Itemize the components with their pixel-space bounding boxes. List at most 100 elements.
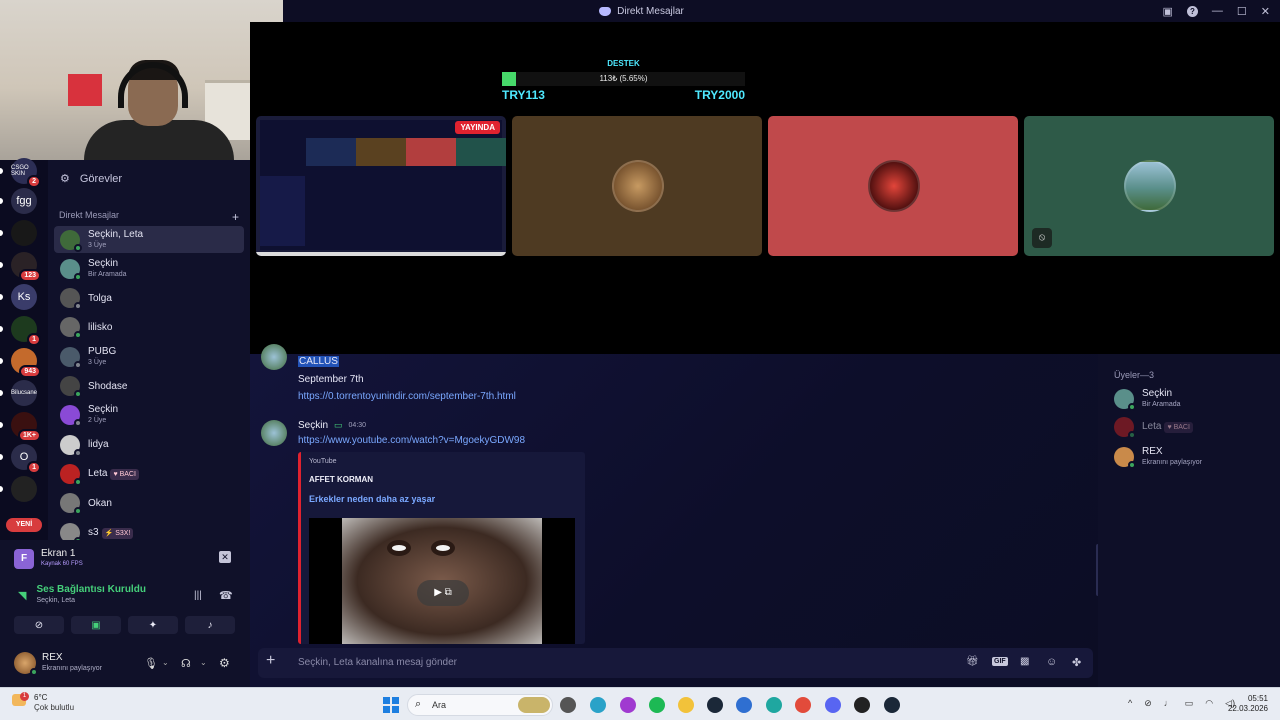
member-item[interactable]: REX Ekranını paylaşıyor [1114, 446, 1202, 469]
connection-title: Ses Bağlantısı Kuruldu [36, 584, 146, 595]
dm-item[interactable]: Okan [54, 490, 244, 517]
disconnect-icon[interactable]: ☎ [219, 589, 233, 602]
server-icon[interactable]: Bilucsane [11, 380, 37, 406]
soundboard-button[interactable]: ♪ [185, 616, 235, 634]
dm-item[interactable]: lidya [54, 431, 244, 458]
member-tag: ♥ BACI [1164, 422, 1193, 433]
dm-item[interactable]: Seçkin Bir Aramada [54, 255, 244, 282]
unread-indicator [0, 198, 3, 204]
add-attachment-button[interactable]: + [266, 652, 275, 670]
emoji-icon[interactable]: ☺ [1046, 656, 1057, 668]
message-link[interactable]: https://www.youtube.com/watch?v=MgoekyGD… [298, 435, 525, 446]
participant-tile-1[interactable] [512, 116, 762, 256]
sticker-icon[interactable]: ▩ [1020, 656, 1029, 667]
steam-icon[interactable] [884, 697, 900, 713]
server-icon[interactable] [11, 476, 37, 502]
maximize-button[interactable]: ☐ [1237, 5, 1247, 18]
dm-item[interactable]: Seçkin, Leta 3 Üye [54, 226, 244, 253]
dm-avatar [60, 346, 82, 369]
discord-icon[interactable] [825, 697, 841, 713]
store-icon[interactable] [736, 697, 752, 713]
dm-header-label: Direkt Mesajlar [59, 210, 120, 220]
embed-author[interactable]: AFFET KORMAN [309, 475, 373, 484]
ms-store-icon[interactable] [620, 697, 636, 713]
screen-share-tile[interactable]: YAYINDA [256, 116, 506, 256]
message-author[interactable]: Seçkin [298, 420, 328, 431]
call-stage: DESTEK 113₺ (5.65%) TRY113 TRY2000 YAYIN… [250, 22, 1280, 354]
copilot-icon[interactable] [590, 697, 606, 713]
server-icon[interactable]: 1K+ [11, 412, 41, 442]
participant-tile-3[interactable]: ⦸ [1024, 116, 1274, 256]
spotify-icon[interactable] [649, 697, 665, 713]
edge-icon[interactable] [766, 697, 782, 713]
message-text: September 7th [298, 374, 364, 385]
folder-icon[interactable] [678, 697, 694, 713]
server-icon[interactable]: Ks [11, 284, 37, 310]
wifi-icon[interactable]: ◠ [1205, 698, 1213, 709]
dm-avatar [60, 376, 82, 398]
dm-item[interactable]: Tolga [54, 285, 244, 312]
participant-avatar [868, 160, 920, 212]
embed-provider: YouTube [309, 458, 337, 465]
server-icon[interactable]: 943 [11, 348, 41, 378]
steam-icon[interactable] [707, 697, 723, 713]
display-icon[interactable]: ▭ [1185, 698, 1194, 709]
dm-item[interactable]: lilisko [54, 314, 244, 341]
dm-item[interactable]: Seçkin 2 Üye [54, 402, 244, 429]
clock[interactable]: 05:51 22.03.2026 [1224, 694, 1268, 714]
system-tray[interactable]: ^ ⊘ ♩ ▭ ◠ ◁) [1128, 698, 1235, 709]
new-badge[interactable]: YENİ [6, 518, 42, 532]
minimize-button[interactable]: — [1212, 5, 1223, 17]
dm-item[interactable]: Leta ♥ BACI [54, 460, 244, 487]
apps-icon[interactable]: ✤ [1072, 656, 1081, 669]
screen-share-button[interactable]: ▣ [71, 616, 121, 634]
server-icon[interactable] [11, 220, 37, 246]
mic-tray-icon[interactable]: ♩ [1164, 698, 1173, 709]
add-dm-button[interactable]: + [232, 210, 239, 224]
tasks-link[interactable]: ⚙ Görevler [60, 172, 122, 186]
participant-avatar [612, 160, 664, 212]
server-icon[interactable]: 1 [11, 316, 41, 346]
obs-icon[interactable] [854, 697, 870, 713]
settings-icon[interactable]: ⚙ [219, 656, 230, 670]
stop-stream-button[interactable]: ✕ [219, 551, 231, 563]
gift-icon[interactable]: 🎁︎ [966, 656, 979, 667]
participant-tile-2[interactable] [768, 116, 1018, 256]
server-icon[interactable]: CSGO SKIN 2 [11, 158, 41, 188]
message-avatar[interactable] [261, 420, 287, 446]
server-icon[interactable]: O1 [11, 444, 41, 474]
window-title: Direkt Mesajlar [617, 5, 684, 17]
chevron-up-icon[interactable]: ^ [1128, 698, 1132, 709]
dm-name: Seçkin [88, 404, 119, 416]
chrome-icon[interactable] [795, 697, 811, 713]
gif-icon[interactable]: GIF [992, 657, 1008, 666]
server-icon[interactable]: fgg [11, 188, 37, 214]
activities-button[interactable]: ✦ [128, 616, 178, 634]
windows-start-icon[interactable] [383, 697, 399, 713]
video-thumbnail[interactable]: ▶ ⧉ [309, 518, 575, 644]
taskbar-search[interactable]: ⌕ Ara [407, 694, 553, 716]
file-explorer-icon[interactable] [560, 697, 576, 713]
microphone-icon[interactable]: 🎙︎ [144, 657, 158, 670]
dm-item[interactable]: PUBG 3 Üye [54, 343, 244, 370]
help-icon[interactable]: ? [1186, 5, 1198, 17]
inbox-icon[interactable]: ▣ [1163, 5, 1173, 18]
dm-item[interactable]: Shodase [54, 373, 244, 400]
play-icon[interactable]: ▶ ⧉ [417, 580, 469, 606]
message-link[interactable]: https://0.torrentoyunindir.com/september… [298, 391, 516, 402]
member-item[interactable]: Seçkin Bir Aramada [1114, 388, 1181, 411]
user-panel[interactable]: REX Ekranını paylaşıyor [14, 652, 102, 676]
member-item[interactable]: Leta ♥ BACI [1114, 417, 1193, 439]
camera-toggle-button[interactable]: ⊘ [14, 616, 64, 634]
headphones-icon[interactable]: ☊ [181, 657, 191, 670]
network-off-icon[interactable]: ⊘ [1144, 698, 1152, 709]
server-badge: 943 [19, 365, 41, 378]
close-button[interactable]: ✕ [1261, 5, 1270, 18]
chevron-down-icon[interactable]: ⌄ [200, 658, 207, 667]
message-avatar [261, 344, 287, 370]
message-input[interactable]: Seçkin, Leta kanalına mesaj gönder [298, 657, 457, 668]
noise-suppression-icon[interactable]: ||| [194, 590, 202, 601]
server-icon[interactable]: 123 [11, 252, 41, 282]
chevron-down-icon[interactable]: ⌄ [162, 658, 169, 667]
embed-title[interactable]: Erkekler neden daha az yaşar [309, 494, 435, 504]
